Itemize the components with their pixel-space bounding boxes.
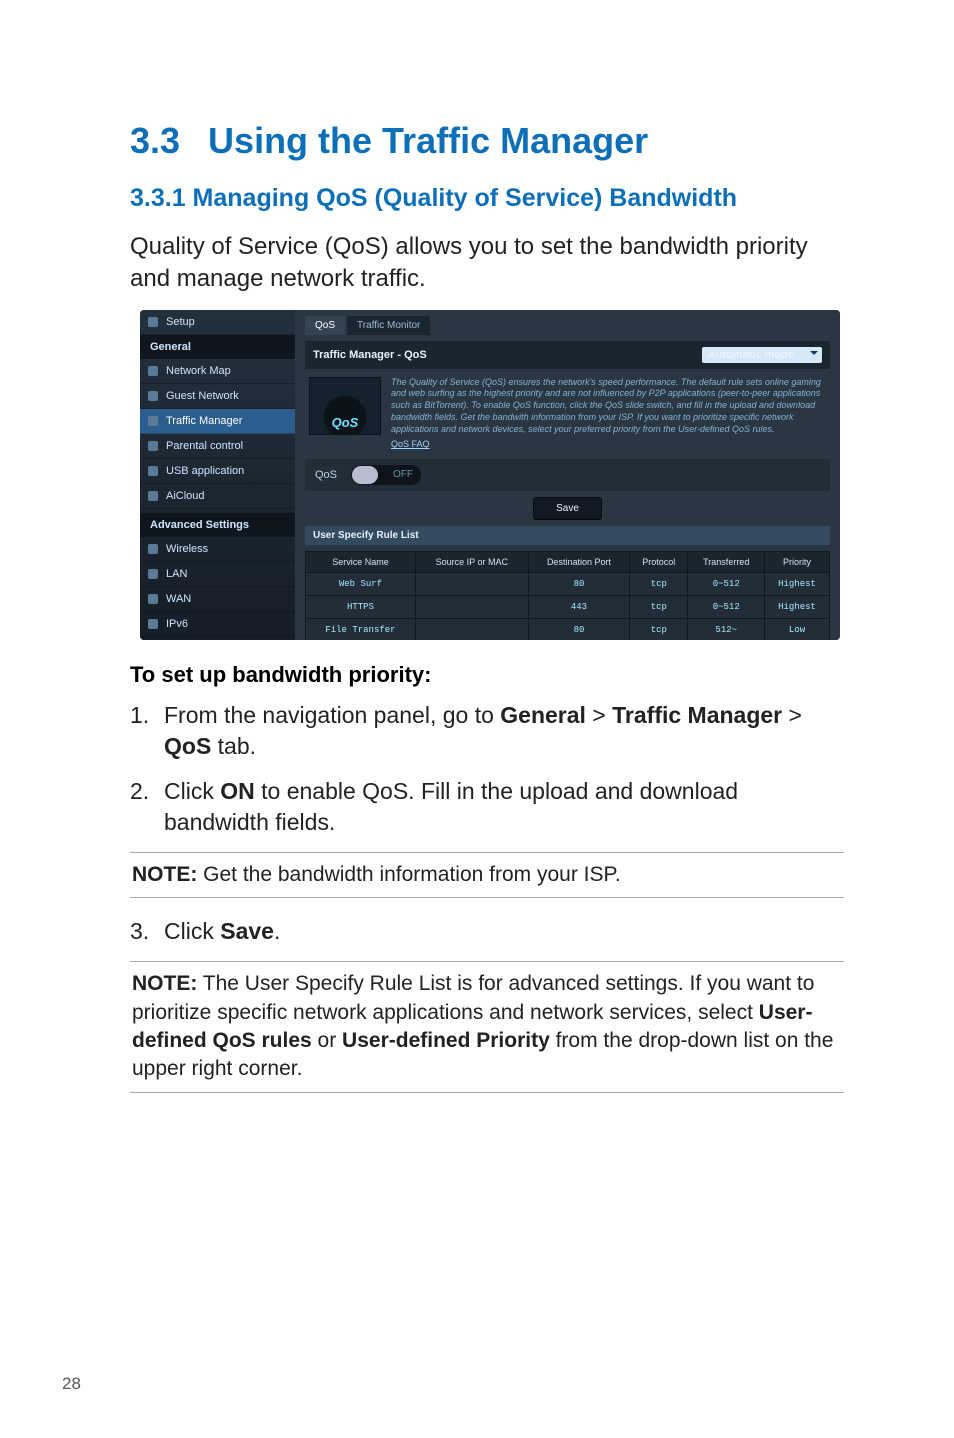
sidebar-item-wan[interactable]: WAN [140, 587, 295, 612]
col-dest-port: Destination Port [528, 551, 629, 572]
sidebar-item-wireless[interactable]: Wireless [140, 537, 295, 562]
router-sidebar: Setup General Network Map Guest Network … [140, 310, 295, 640]
sidebar-item-ipv6[interactable]: IPv6 [140, 612, 295, 637]
panel-title-bar: Traffic Manager - QoS Automatic mode [305, 341, 830, 369]
sidebar-item-lan[interactable]: LAN [140, 562, 295, 587]
note-rule-list: NOTE: The User Specify Rule List is for … [130, 961, 844, 1092]
qos-toggle-label: QoS [315, 469, 337, 481]
qos-description: The Quality of Service (QoS) ensures the… [391, 377, 826, 451]
col-service-name: Service Name [306, 551, 416, 572]
sidebar-item-guest-network[interactable]: Guest Network [140, 384, 295, 409]
section-heading: 3.3 Using the Traffic Manager [130, 120, 844, 162]
step-2: Click ON to enable QoS. Fill in the uplo… [130, 776, 844, 838]
steps-list: From the navigation panel, go to General… [130, 700, 844, 838]
intro-paragraph: Quality of Service (QoS) allows you to s… [130, 231, 844, 296]
col-protocol: Protocol [630, 551, 688, 572]
step-3: Click Save. [130, 916, 844, 947]
tab-qos[interactable]: QoS [305, 316, 345, 335]
tab-traffic-monitor[interactable]: Traffic Monitor [347, 316, 430, 335]
qos-faq-link[interactable]: QoS FAQ [391, 439, 826, 451]
sidebar-advanced-label: Advanced Settings [140, 513, 295, 537]
sidebar-item-parental-control[interactable]: Parental control [140, 434, 295, 459]
router-main-panel: QoS Traffic Monitor Traffic Manager - Qo… [295, 310, 840, 640]
sidebar-general-label: General [140, 335, 295, 359]
col-transferred: Transferred [688, 551, 765, 572]
table-row: HTTPS 443 tcp 0~512 Highest [306, 595, 830, 618]
steps-list-cont: Click Save. [130, 916, 844, 947]
table-row: Web Surf 80 tcp 0~512 Highest [306, 572, 830, 595]
col-priority: Priority [765, 551, 830, 572]
rule-list-header: User Specify Rule List [305, 526, 830, 545]
steps-heading: To set up bandwidth priority: [130, 662, 844, 688]
rule-table: Service Name Source IP or MAC Destinatio… [305, 551, 830, 640]
qos-toggle[interactable]: OFF [351, 465, 421, 485]
sidebar-item-setup[interactable]: Setup [140, 310, 295, 335]
sidebar-item-aicloud[interactable]: AiCloud [140, 484, 295, 509]
table-row: File Transfer 80 tcp 512~ Low [306, 618, 830, 639]
section-number: 3.3 [130, 120, 180, 161]
section-title-text: Using the Traffic Manager [208, 120, 648, 161]
note-isp: NOTE: Get the bandwidth information from… [130, 852, 844, 898]
qos-gauge-icon [309, 377, 381, 435]
page-number: 28 [62, 1374, 81, 1394]
save-button[interactable]: Save [533, 497, 602, 520]
sidebar-item-traffic-manager[interactable]: Traffic Manager [140, 409, 295, 434]
router-screenshot: Setup General Network Map Guest Network … [140, 310, 840, 640]
step-1: From the navigation panel, go to General… [130, 700, 844, 762]
sidebar-item-network-map[interactable]: Network Map [140, 359, 295, 384]
sidebar-item-usb-application[interactable]: USB application [140, 459, 295, 484]
sidebar-item-vpn-server[interactable]: VPN Server [140, 637, 295, 640]
col-source: Source IP or MAC [415, 551, 528, 572]
subsection-heading: 3.3.1 Managing QoS (Quality of Service) … [130, 184, 844, 213]
panel-title: Traffic Manager - QoS [313, 349, 427, 361]
mode-dropdown[interactable]: Automatic mode [702, 347, 822, 363]
